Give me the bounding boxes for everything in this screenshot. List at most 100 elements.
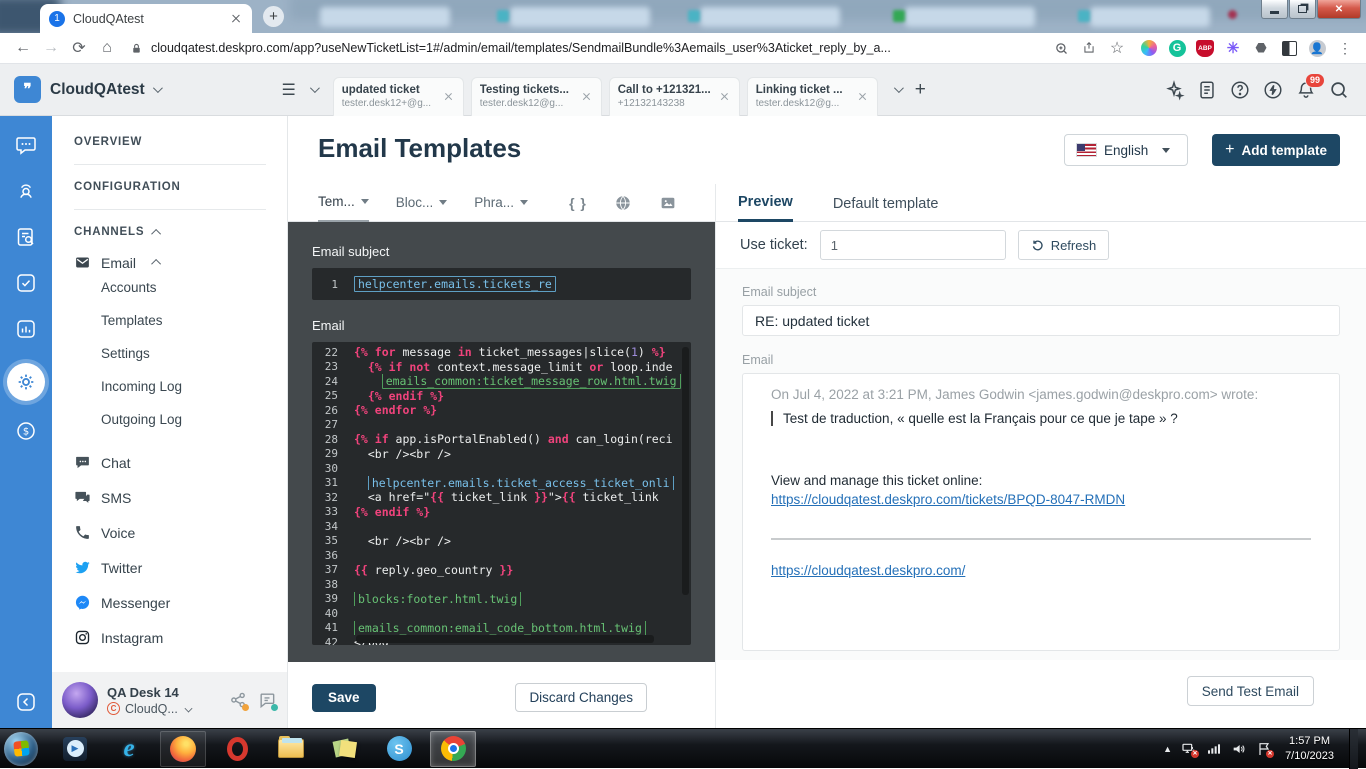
- browser-tab-active[interactable]: 1 CloudQAtest: [40, 4, 252, 33]
- document-icon[interactable]: [1196, 79, 1218, 101]
- deskpro-logo-icon[interactable]: ❞: [14, 76, 41, 103]
- templates-dropdown[interactable]: Tem...: [318, 184, 369, 222]
- brand-name[interactable]: CloudQAtest: [50, 81, 145, 99]
- code-line[interactable]: 22{% for message in ticket_messages|slic…: [312, 345, 691, 360]
- code-line[interactable]: 36: [312, 548, 691, 563]
- help-icon[interactable]: [1229, 79, 1251, 101]
- address-bar[interactable]: cloudqatest.deskpro.com/app?useNewTicket…: [122, 35, 1046, 61]
- sidebar-item-settings[interactable]: Settings: [101, 337, 287, 370]
- code-line[interactable]: 26{% endfor %}: [312, 403, 691, 418]
- tab-close-icon[interactable]: [229, 12, 243, 26]
- sidebar-item-channels[interactable]: CHANNELS: [74, 226, 287, 238]
- media-player-taskbar-icon[interactable]: ▶: [52, 731, 98, 767]
- dark-reader-extension[interactable]: [1278, 37, 1300, 59]
- close-ticket-tab-icon[interactable]: [581, 91, 593, 103]
- tab-default-template[interactable]: Default template: [833, 196, 939, 221]
- tabs-overflow-chevron-icon[interactable]: [894, 83, 904, 93]
- sidebar-item-configuration[interactable]: CONFIGURATION: [74, 181, 287, 193]
- rail-agents-icon[interactable]: [14, 179, 38, 203]
- rail-collapse-icon[interactable]: [14, 690, 38, 714]
- loom-extension[interactable]: ✳: [1222, 37, 1244, 59]
- share-icon[interactable]: [1076, 35, 1102, 61]
- sidebar-item-voice[interactable]: Voice: [74, 524, 287, 541]
- code-line[interactable]: 27: [312, 418, 691, 433]
- reload-button[interactable]: ⟳: [66, 35, 92, 61]
- ticket-tab[interactable]: Call to +121321...+12132143238: [609, 77, 740, 116]
- ticket-link[interactable]: https://cloudqatest.deskpro.com/tickets/…: [771, 492, 1125, 507]
- sticky-notes-taskbar-icon[interactable]: [322, 731, 368, 767]
- grammarly-extension[interactable]: G: [1166, 37, 1188, 59]
- zoom-icon[interactable]: [1048, 35, 1074, 61]
- sidebar-item-instagram[interactable]: Instagram: [74, 629, 287, 646]
- globe-icon[interactable]: [614, 194, 632, 212]
- add-template-button[interactable]: Add template: [1212, 134, 1340, 166]
- chat-status-icon[interactable]: [257, 690, 277, 710]
- show-desktop-button[interactable]: [1349, 729, 1358, 769]
- editor-vertical-scrollbar[interactable]: [682, 347, 689, 595]
- brand-chevron-down-icon[interactable]: [153, 83, 163, 93]
- opera-taskbar-icon[interactable]: [214, 731, 260, 767]
- code-line[interactable]: 30: [312, 461, 691, 476]
- internet-explorer-taskbar-icon[interactable]: e: [106, 731, 152, 767]
- code-line[interactable]: 33{% endif %}: [312, 505, 691, 520]
- ticket-tab[interactable]: updated tickettester.desk12+@g...: [333, 77, 464, 116]
- signal-strength-icon[interactable]: [1206, 741, 1222, 757]
- sidebar-item-chat[interactable]: Chat: [74, 454, 287, 471]
- ticket-tab[interactable]: Testing tickets...tester.desk12@g...: [471, 77, 602, 116]
- rail-chat-icon[interactable]: [14, 133, 38, 157]
- network-disconnected-icon[interactable]: ✕: [1181, 741, 1197, 757]
- action-center-flag-icon[interactable]: ✕: [1256, 741, 1272, 757]
- share-status-icon[interactable]: [228, 690, 248, 710]
- blocks-dropdown[interactable]: Bloc...: [396, 184, 448, 222]
- code-line[interactable]: 31 helpcenter.emails.ticket_access_ticke…: [312, 476, 691, 491]
- rail-settings-icon[interactable]: [7, 363, 45, 401]
- puzzle-extension[interactable]: ⬣: [1250, 37, 1272, 59]
- refresh-button[interactable]: Refresh: [1018, 230, 1110, 260]
- rail-tasks-icon[interactable]: [14, 271, 38, 295]
- forward-button[interactable]: →: [38, 35, 64, 61]
- save-button[interactable]: Save: [312, 684, 376, 712]
- hidden-icons-arrow[interactable]: ▲: [1163, 744, 1172, 754]
- search-icon[interactable]: [1328, 79, 1350, 101]
- discard-changes-button[interactable]: Discard Changes: [515, 683, 647, 712]
- site-link[interactable]: https://cloudqatest.deskpro.com/: [771, 563, 965, 578]
- tab-preview[interactable]: Preview: [738, 194, 793, 222]
- code-line[interactable]: 39blocks:footer.html.twig: [312, 592, 691, 607]
- code-line[interactable]: 40: [312, 606, 691, 621]
- sidebar-item-sms[interactable]: SMS: [74, 489, 287, 506]
- rail-reports-icon[interactable]: [14, 317, 38, 341]
- user-footer[interactable]: QA Desk 14 C CloudQ...: [52, 672, 287, 728]
- code-braces-icon[interactable]: { }: [569, 195, 587, 211]
- preview-subject-value[interactable]: [742, 305, 1340, 336]
- code-line[interactable]: 38: [312, 577, 691, 592]
- window-minimize-button[interactable]: [1261, 0, 1288, 19]
- phrases-dropdown[interactable]: Phra...: [474, 184, 528, 222]
- phrase-token[interactable]: helpcenter.emails.tickets_re: [354, 276, 556, 292]
- sidebar-item-email[interactable]: Email: [74, 254, 287, 271]
- code-line[interactable]: 23 {% if not context.message_limit or lo…: [312, 360, 691, 375]
- code-line[interactable]: 35 <br /><br />: [312, 534, 691, 549]
- home-button[interactable]: ⌂: [94, 35, 120, 61]
- sidebar-item-outgoing-log[interactable]: Outgoing Log: [101, 403, 287, 436]
- code-line[interactable]: 28{% if app.isPortalEnabled() and can_lo…: [312, 432, 691, 447]
- ticket-tab[interactable]: Linking ticket ...tester.desk12@g...: [747, 77, 878, 116]
- profile-avatar[interactable]: 👤: [1306, 37, 1328, 59]
- ai-sparkle-icon[interactable]: [1163, 79, 1185, 101]
- sidebar-item-templates[interactable]: Templates: [101, 304, 287, 337]
- close-ticket-tab-icon[interactable]: [719, 91, 731, 103]
- rail-billing-icon[interactable]: $: [14, 419, 38, 443]
- email-code-editor[interactable]: 22{% for message in ticket_messages|slic…: [312, 342, 691, 645]
- sidebar-item-incoming-log[interactable]: Incoming Log: [101, 370, 287, 403]
- volume-icon[interactable]: [1231, 741, 1247, 757]
- code-line[interactable]: 37{{ reply.geo_country }}: [312, 563, 691, 578]
- list-chevron-down-icon[interactable]: [310, 83, 320, 93]
- code-line[interactable]: 41emails_common:email_code_bottom.html.t…: [312, 621, 691, 636]
- start-taskbar-icon[interactable]: [4, 732, 38, 766]
- image-icon[interactable]: [659, 194, 677, 212]
- new-tab-button[interactable]: [263, 6, 284, 27]
- use-ticket-input[interactable]: [820, 230, 1006, 260]
- menu-dots[interactable]: ⋮: [1334, 37, 1356, 59]
- editor-horizontal-scrollbar[interactable]: [356, 635, 654, 643]
- taskbar-clock[interactable]: 1:57 PM 7/10/2023: [1285, 734, 1334, 764]
- file-explorer-taskbar-icon[interactable]: [268, 731, 314, 767]
